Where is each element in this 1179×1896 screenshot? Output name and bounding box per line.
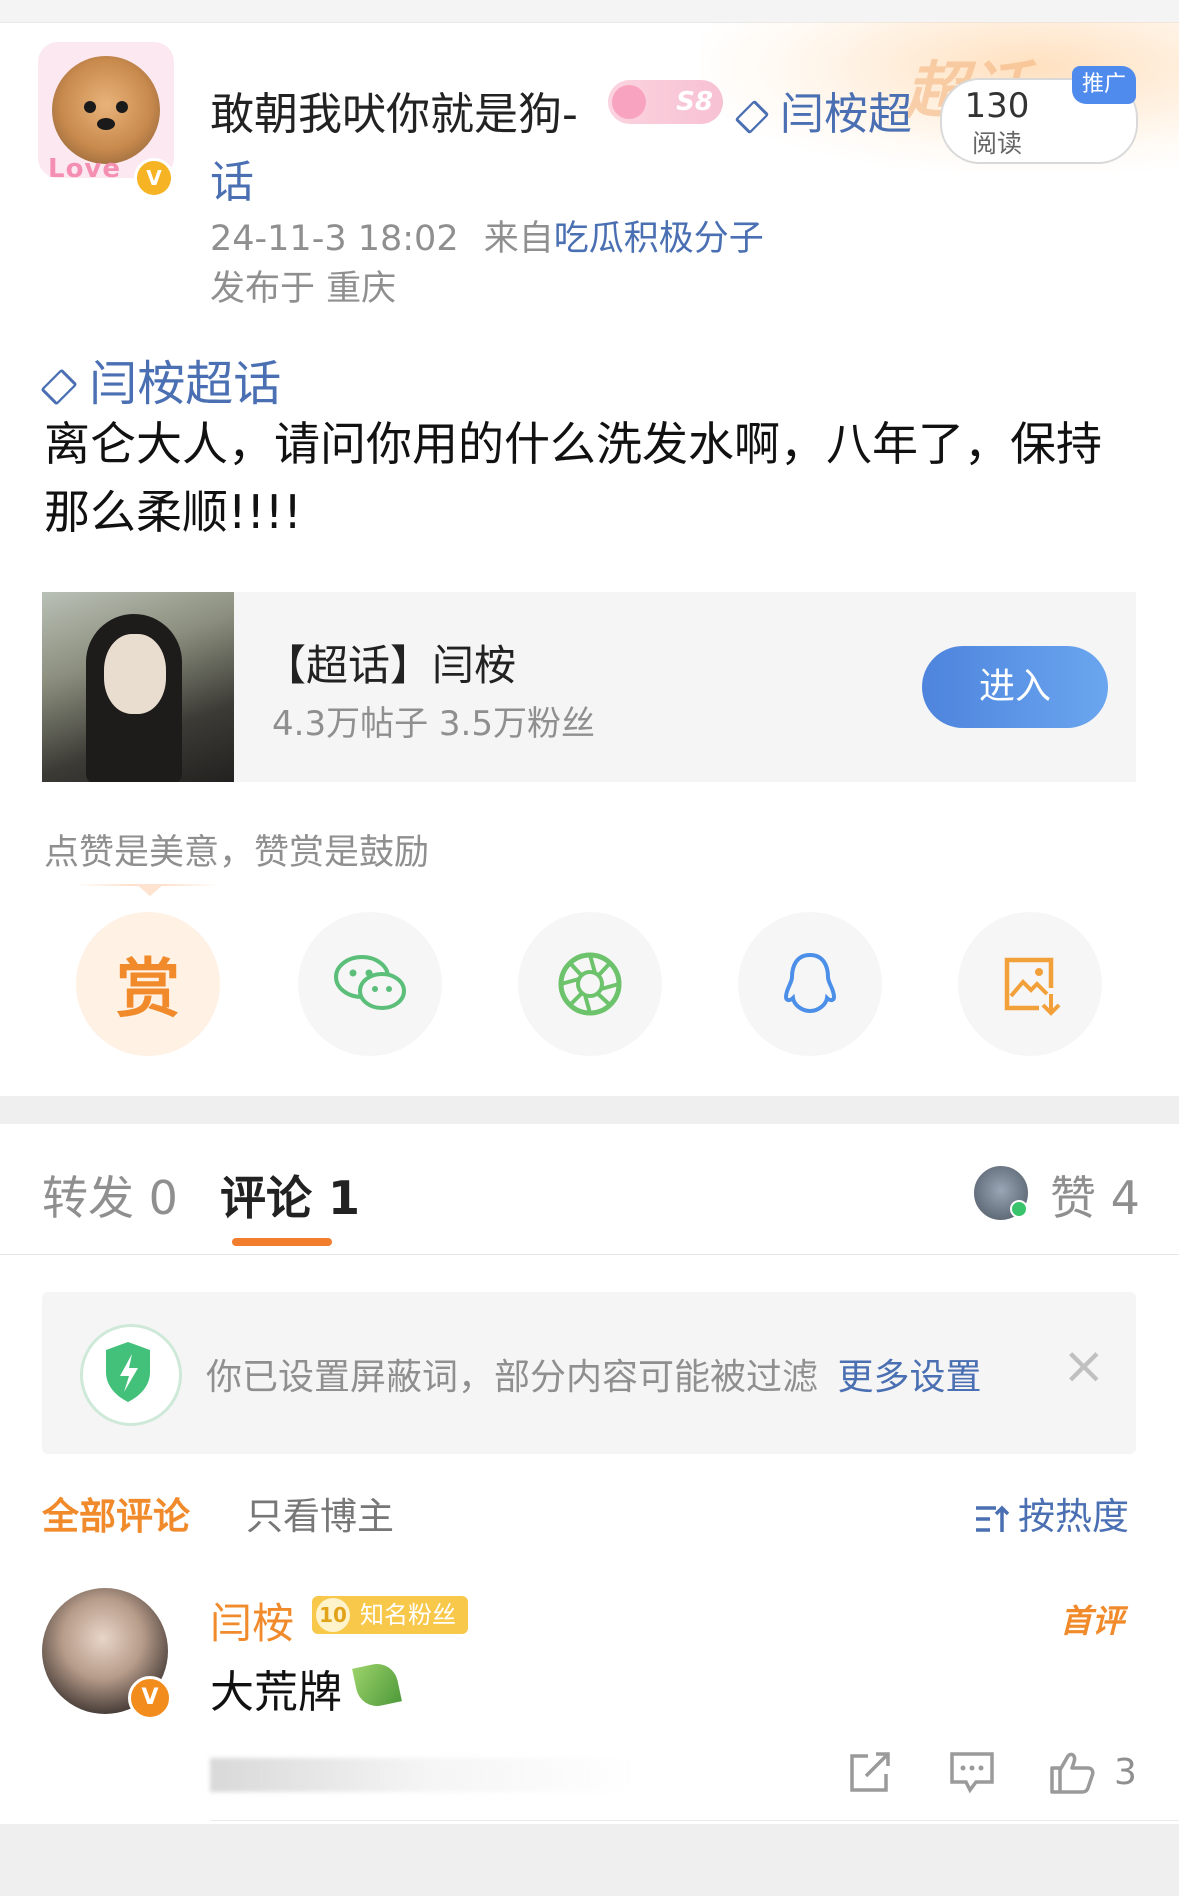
super-topic-link-cont[interactable]: 话 <box>210 146 254 210</box>
author-name[interactable]: 敢朝我吠你就是狗- <box>210 78 578 142</box>
post-topic-tag-text: 闫桉超话 <box>89 356 282 412</box>
filter-owner-only[interactable]: 只看博主 <box>246 1486 394 1540</box>
wechat-icon <box>334 955 406 1010</box>
comment-divider <box>210 1820 1179 1821</box>
diamond-icon <box>40 368 78 406</box>
share-moments-button[interactable] <box>518 912 662 1056</box>
source-prefix: 来自 <box>483 219 554 259</box>
reward-icon: 赏 <box>116 953 180 1027</box>
post-location: 发布于 重庆 <box>210 269 397 309</box>
close-icon[interactable]: × <box>1062 1340 1106 1392</box>
post-body: 离仑大人，请问你用的什么洗发水啊，八年了，保持那么柔顺!!!! <box>44 417 1102 539</box>
reward-button[interactable]: 赏 <box>76 912 220 1056</box>
post-timestamp: 24-11-3 18:02 <box>210 219 459 259</box>
filter-all-comments[interactable]: 全部评论 <box>42 1486 190 1540</box>
save-image-button[interactable] <box>958 912 1102 1056</box>
share-comment-icon[interactable] <box>846 1748 894 1796</box>
avatar-frame-text: Love <box>48 154 122 184</box>
card-title: 【超话】闫桉 <box>264 641 517 690</box>
cover-figure-face <box>104 634 166 714</box>
author-avatar[interactable]: Love V <box>38 42 174 198</box>
promote-tag[interactable]: 推广 <box>1072 66 1136 104</box>
dog-nose <box>97 118 115 130</box>
dog-eye-right <box>116 101 128 113</box>
section-divider <box>0 1096 1179 1124</box>
verified-badge-icon: V <box>134 158 174 198</box>
shield-bolt-icon <box>106 1342 150 1402</box>
super-topic-link[interactable]: 闫桉超 <box>734 78 912 142</box>
sort-by-hot-label: 按热度 <box>1018 1495 1129 1538</box>
tab-active-indicator <box>232 1238 332 1246</box>
fan-level: 10 <box>316 1598 350 1632</box>
bear-icon <box>612 85 646 119</box>
read-label: 阅读 <box>971 129 1022 158</box>
reward-tip: 点赞是美意，赞赏是鼓励 <box>44 833 430 873</box>
comment-like-count: 3 <box>1114 1752 1137 1793</box>
level-badge-text: S8 <box>676 87 713 117</box>
tab-forward[interactable]: 转发 0 <box>42 1162 178 1228</box>
status-bar-edge <box>0 0 1179 23</box>
sort-icon <box>976 1505 1010 1532</box>
fan-badge[interactable]: 10 知名粉丝 <box>312 1596 468 1634</box>
super-topic-cover-image <box>42 592 234 782</box>
source-link[interactable]: 吃瓜积极分子 <box>554 219 764 259</box>
moments-icon <box>558 952 622 1016</box>
post-meta: 24-11-3 18:02 来自吃瓜积极分子 <box>210 210 764 261</box>
dog-avatar-image <box>52 56 160 164</box>
read-count: 130 <box>964 86 1030 126</box>
comment-text: 大荒牌 <box>210 1667 342 1718</box>
post-topic-tag[interactable]: 闫桉超话 <box>40 344 282 414</box>
bottom-gray-band <box>0 1824 1179 1896</box>
reply-icon[interactable] <box>948 1748 996 1796</box>
tip-pointer <box>136 884 164 896</box>
level-badge: S8 <box>608 80 723 124</box>
shield-icon <box>80 1324 182 1426</box>
card-stats: 4.3万帖子 3.5万粉丝 <box>272 704 595 744</box>
liker-status-dot <box>1010 1200 1028 1218</box>
more-settings-link[interactable]: 更多设置 <box>837 1357 981 1398</box>
first-comment-tag: 首评 <box>1060 1602 1125 1640</box>
qq-icon <box>783 952 837 1014</box>
tab-comment[interactable]: 评论 1 <box>220 1162 360 1228</box>
commenter-name[interactable]: 闫桉 <box>210 1590 294 1651</box>
blurred-meta <box>210 1758 640 1792</box>
tab-like[interactable]: 赞 4 <box>1050 1162 1140 1228</box>
filter-notice: 你已设置屏蔽词，部分内容可能被过滤 更多设置 × <box>42 1292 1136 1454</box>
tabs-divider <box>0 1254 1179 1255</box>
thumbs-up-icon[interactable] <box>1048 1748 1096 1796</box>
save-image-icon <box>1004 957 1061 1016</box>
super-topic-card[interactable]: 【超话】闫桉 4.3万帖子 3.5万粉丝 进入 <box>42 592 1136 782</box>
verified-badge-icon: V <box>128 1676 172 1720</box>
share-qq-button[interactable] <box>738 912 882 1056</box>
fan-badge-label: 知名粉丝 <box>360 1601 456 1629</box>
enter-button[interactable]: 进入 <box>922 646 1108 728</box>
leaf-emoji-icon <box>352 1660 402 1710</box>
diamond-icon <box>734 99 770 135</box>
sort-by-hot[interactable]: 按热度 <box>974 1486 1129 1540</box>
dog-eye-left <box>84 101 96 113</box>
super-topic-link-text: 闫桉超 <box>780 89 912 140</box>
filter-notice-text: 你已设置屏蔽词，部分内容可能被过滤 更多设置 <box>206 1348 981 1400</box>
filter-notice-message: 你已设置屏蔽词，部分内容可能被过滤 <box>206 1357 819 1398</box>
share-wechat-button[interactable] <box>298 912 442 1056</box>
